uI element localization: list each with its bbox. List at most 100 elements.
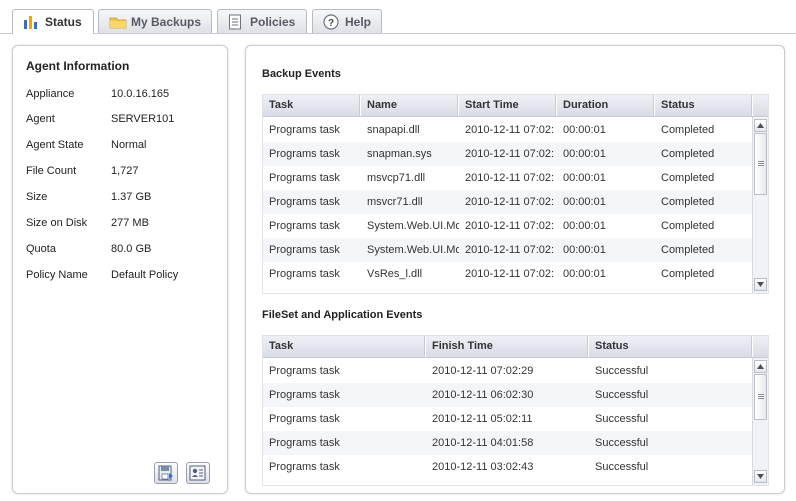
cell-task: Programs task [269, 124, 340, 136]
table-row[interactable]: Programs task VsRes_l.dll 2010-12-11 07:… [263, 262, 768, 286]
cell-name: msvcr71.dll [367, 196, 423, 208]
backup-events-grid: Task Name Start Time Duration Status Pro… [262, 94, 769, 294]
cell-name: msvcp71.dll [367, 172, 426, 184]
info-label: Agent [26, 113, 55, 125]
info-value: 10.0.16.165 [111, 88, 170, 100]
cell-task: Programs task [269, 461, 340, 473]
cell-duration: 00:00:01 [563, 268, 606, 280]
agent-information-title: Agent Information [26, 59, 130, 73]
column-header-name[interactable]: Name [361, 95, 459, 116]
cell-status: Completed [661, 244, 715, 256]
tab-help-label: Help [345, 14, 372, 29]
cell-name: snapman.sys [367, 148, 432, 160]
help-icon: ? [323, 13, 339, 30]
cell-status: Completed [661, 124, 715, 136]
tab-my-backups[interactable]: My Backups [98, 9, 212, 33]
tab-bar: Status My Backups Policies ? Help [0, 0, 796, 34]
cell-finish-time: 2010-12-11 05:02:11 [432, 413, 533, 425]
tab-status[interactable]: Status [12, 9, 94, 34]
info-value: 80.0 GB [111, 243, 152, 255]
cell-start-time: 2010-12-11 07:02: [465, 268, 555, 280]
cell-task: Programs task [269, 268, 340, 280]
table-row[interactable]: Programs task snapman.sys 2010-12-11 07:… [263, 142, 768, 166]
info-label: Policy Name [26, 269, 88, 281]
table-row[interactable]: Programs task System.Web.UI.Mo 2010-12-1… [263, 238, 768, 262]
tab-my-backups-label: My Backups [131, 14, 202, 29]
cell-status: Successful [595, 365, 649, 377]
tab-policies[interactable]: Policies [217, 9, 307, 33]
cell-task: Programs task [269, 389, 340, 401]
column-header-duration[interactable]: Duration [557, 95, 655, 116]
table-row[interactable]: Programs task snapapi.dll 2010-12-11 07:… [263, 118, 768, 142]
column-header-task[interactable]: Task [263, 95, 361, 116]
info-value: 277 MB [111, 217, 149, 229]
svg-text:?: ? [328, 18, 334, 29]
scroll-down-arrow[interactable] [754, 278, 767, 291]
cell-name: snapapi.dll [367, 124, 420, 136]
scroll-thumb[interactable] [754, 133, 767, 195]
cell-status: Successful [595, 437, 649, 449]
fileset-events-header: Task Finish Time Status [263, 336, 768, 358]
table-row[interactable]: Programs task 2010-12-11 06:02:30 Succes… [263, 383, 768, 407]
cell-name: System.Web.UI.Mo [367, 220, 459, 232]
info-label: Size [26, 191, 48, 203]
cell-name: System.Web.UI.Mo [367, 244, 459, 256]
info-label: Size on Disk [26, 217, 88, 229]
cell-duration: 00:00:01 [563, 172, 606, 184]
cell-status: Successful [595, 413, 649, 425]
save-report-button[interactable] [154, 462, 178, 484]
column-header-status[interactable]: Status [589, 336, 753, 357]
scroll-up-arrow[interactable] [754, 360, 767, 373]
table-row[interactable]: Programs task msvcr71.dll 2010-12-11 07:… [263, 190, 768, 214]
cell-task: Programs task [269, 220, 340, 232]
fileset-events-scrollbar[interactable] [752, 358, 768, 485]
cell-start-time: 2010-12-11 07:02: [465, 244, 555, 256]
scroll-up-arrow[interactable] [754, 119, 767, 132]
cell-task: Programs task [269, 437, 340, 449]
cell-name: VsRes_l.dll [367, 268, 423, 280]
cell-task: Programs task [269, 244, 340, 256]
cell-status: Successful [595, 461, 649, 473]
info-value: Default Policy [111, 269, 179, 281]
info-value: 1,727 [111, 165, 139, 177]
cell-status: Completed [661, 148, 715, 160]
cell-status: Completed [661, 172, 715, 184]
scroll-down-arrow[interactable] [754, 470, 767, 483]
cell-status: Successful [595, 389, 649, 401]
column-header-task[interactable]: Task [263, 336, 426, 357]
fileset-events-grid: Task Finish Time Status Programs task 20… [262, 335, 769, 486]
tab-help[interactable]: ? Help [312, 9, 382, 33]
table-row[interactable]: Programs task 2010-12-11 04:01:58 Succes… [263, 431, 768, 455]
document-icon [228, 14, 244, 30]
cell-duration: 00:00:01 [563, 220, 606, 232]
cell-status: Completed [661, 268, 715, 280]
cell-task: Programs task [269, 365, 340, 377]
cell-task: Programs task [269, 196, 340, 208]
table-row[interactable]: Programs task 2010-12-11 03:02:43 Succes… [263, 455, 768, 479]
agent-properties-button[interactable] [186, 462, 210, 484]
cell-start-time: 2010-12-11 07:02: [465, 172, 555, 184]
cell-task: Programs task [269, 148, 340, 160]
cell-start-time: 2010-12-11 07:02: [465, 196, 555, 208]
backup-events-scrollbar[interactable] [752, 117, 768, 293]
column-header-finish-time[interactable]: Finish Time [426, 336, 589, 357]
cell-start-time: 2010-12-11 07:02: [465, 220, 555, 232]
agent-information-panel: Agent Information Appliance 10.0.16.165 … [12, 45, 228, 494]
bar-chart-icon [23, 14, 39, 30]
cell-task: Programs task [269, 413, 340, 425]
cell-start-time: 2010-12-11 07:02: [465, 124, 555, 136]
agent-properties-icon [187, 465, 209, 486]
cell-duration: 00:00:01 [563, 244, 606, 256]
cell-finish-time: 2010-12-11 04:01:58 [432, 437, 534, 449]
table-row[interactable]: Programs task System.Web.UI.Mo 2010-12-1… [263, 214, 768, 238]
info-value: 1.37 GB [111, 191, 152, 203]
cell-status: Completed [661, 196, 715, 208]
cell-finish-time: 2010-12-11 03:02:43 [432, 461, 534, 473]
scroll-thumb[interactable] [754, 374, 767, 420]
column-header-start-time[interactable]: Start Time [459, 95, 557, 116]
table-row[interactable]: Programs task 2010-12-11 07:02:29 Succes… [263, 359, 768, 383]
info-label: Appliance [26, 88, 75, 100]
table-row[interactable]: Programs task 2010-12-11 05:02:11 Succes… [263, 407, 768, 431]
table-row[interactable]: Programs task msvcp71.dll 2010-12-11 07:… [263, 166, 768, 190]
column-header-status[interactable]: Status [655, 95, 753, 116]
